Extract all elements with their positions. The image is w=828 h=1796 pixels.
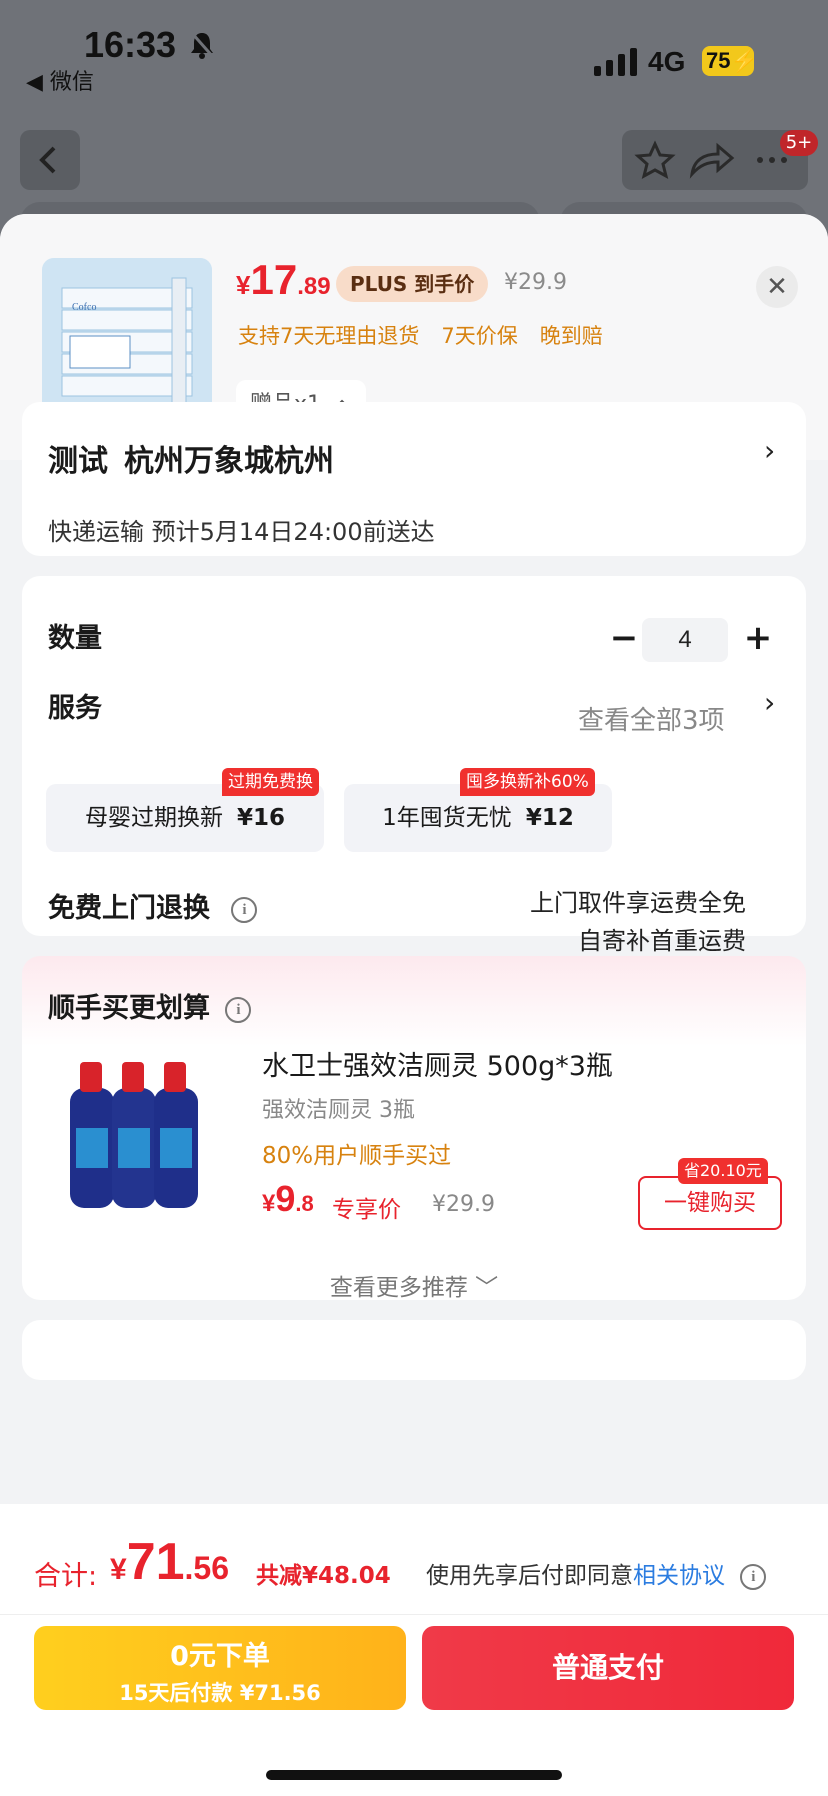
status-bar: 16:33 ◀ 微信 4G 75⚡ — [0, 0, 828, 100]
total-decimal: .56 — [184, 1550, 230, 1586]
exclusive-price-label: 专享价 — [332, 1197, 401, 1223]
pay-later-title: 0元下单 — [170, 1641, 270, 1672]
service-option-tag: 囤多换新补60% — [460, 768, 595, 796]
recommend-price: ¥9.8 — [262, 1178, 314, 1220]
recommend-card: 顺手买更划算 i 水卫士强效洁厕灵 500g*3瓶 强效洁厕灵 3瓶 80%用户… — [22, 956, 806, 1302]
battery-indicator: 75⚡ — [702, 46, 758, 76]
next-card-peek — [22, 1320, 806, 1380]
free-return-line1: 上门取件享运费全免 — [530, 889, 746, 917]
price-decimal: .8 — [295, 1191, 314, 1216]
promise-price-protect: 7天价保 — [441, 324, 518, 348]
quantity-label: 数量 — [48, 623, 102, 654]
info-icon[interactable]: i — [740, 1563, 767, 1590]
background-back-button — [20, 130, 80, 190]
address-title: 测试 杭州万象城杭州 — [48, 436, 350, 480]
price-integer: 9 — [275, 1178, 296, 1219]
delivery-estimate: 快递运输 预计5月14日24:00前送达 — [48, 518, 435, 546]
price-integer: 17 — [250, 256, 298, 303]
bell-muted-icon — [189, 31, 216, 59]
back-to-app-link[interactable]: ◀ 微信 — [26, 64, 94, 96]
total-label: 合计: — [34, 1561, 98, 1592]
divider — [0, 1614, 828, 1615]
one-click-buy-button[interactable]: 一键购买 — [638, 1176, 782, 1230]
product-thumbnail[interactable]: Cofco — [42, 258, 212, 426]
recommend-popularity: 80%用户顺手买过 — [262, 1143, 452, 1169]
recommend-original-price: ¥29.9 — [432, 1192, 495, 1217]
recommend-title: 顺手买更划算 i — [48, 986, 252, 1025]
normal-pay-button[interactable]: 普通支付 — [422, 1626, 794, 1710]
free-return-description: 上门取件享运费全免 自寄补首重运费 — [530, 884, 746, 960]
original-price: ¥29.9 — [504, 270, 567, 295]
recommend-product-name: 水卫士强效洁厕灵 500g*3瓶 — [262, 1051, 613, 1082]
status-time: 16:33 — [84, 24, 177, 65]
svg-text:Cofco: Cofco — [72, 302, 96, 313]
quantity-increase-button[interactable]: + — [736, 616, 780, 660]
tissue-box-image: Cofco — [42, 258, 212, 426]
service-label: 服务 — [48, 693, 102, 724]
quantity-input[interactable] — [642, 618, 728, 662]
service-option-name: 1年囤货无忧 — [382, 805, 512, 831]
price-decimal: .89 — [297, 273, 331, 300]
cleaner-bottles-image — [70, 1062, 198, 1208]
recommend-product-image[interactable] — [48, 1044, 234, 1230]
service-promises: 支持7天无理由退货 7天价保 晚到赔 — [238, 320, 625, 350]
recipient-name: 测试 — [48, 444, 108, 479]
more-recommendations-link[interactable]: 查看更多推荐 ﹀ — [22, 1268, 806, 1302]
signal-icon — [594, 48, 637, 76]
address-place: 杭州万象城杭州 — [124, 444, 334, 479]
plus-price-tag: PLUS 到手价 — [336, 266, 489, 302]
product-price: ¥17.89 — [236, 256, 331, 304]
total-integer: 71 — [126, 1533, 185, 1591]
agreement-link[interactable]: 相关协议 — [633, 1563, 725, 1589]
promise-return: 支持7天无理由退货 — [238, 324, 420, 348]
options-card: 数量 − + 服务 查看全部3项 › 母婴过期换新 ¥16 过期免费换 1年囤货无… — [22, 576, 806, 955]
background-notification-badge: 5+ — [780, 130, 818, 156]
pay-later-subtitle: 15天后付款 ¥71.56 — [119, 1681, 321, 1705]
agreement-prefix: 使用先享后付即同意 — [426, 1563, 633, 1589]
promise-late-compensation: 晚到赔 — [539, 324, 603, 348]
home-indicator — [266, 1770, 562, 1780]
back-arrow-icon — [39, 146, 56, 174]
battery-level: 75 — [706, 48, 731, 73]
chevron-right-icon[interactable]: › — [764, 686, 775, 719]
price-currency: ¥ — [236, 270, 251, 300]
service-option-price: ¥12 — [525, 805, 574, 831]
chevron-right-icon: › — [764, 434, 776, 467]
free-return-label: 免费上门退换 i — [48, 886, 258, 925]
total-discount: 共减¥48.04 — [256, 1563, 391, 1589]
free-return-line2: 自寄补首重运费 — [578, 927, 746, 955]
total-currency: ¥ — [110, 1553, 127, 1586]
address-card[interactable]: 测试 杭州万象城杭州 › 快递运输 预计5月14日24:00前送达 — [22, 402, 806, 556]
free-return-text: 免费上门退换 — [48, 893, 210, 924]
checkout-bar: 合计: ¥71.56 共减¥48.04 使用先享后付即同意相关协议 i 0元下单… — [0, 1504, 828, 1796]
total-amount: ¥71.56 — [110, 1532, 229, 1592]
view-all-services-link[interactable]: 查看全部3项 — [578, 700, 725, 737]
close-button[interactable]: ✕ — [756, 266, 798, 308]
pay-later-button[interactable]: 0元下单 15天后付款 ¥71.56 — [34, 1626, 406, 1710]
network-type: 4G — [648, 46, 686, 77]
service-option-price: ¥16 — [236, 805, 285, 831]
service-option-name: 母婴过期换新 — [84, 805, 223, 831]
info-icon[interactable]: i — [225, 996, 252, 1023]
price-currency: ¥ — [262, 1190, 276, 1217]
agreement-text: 使用先享后付即同意相关协议 i — [426, 1556, 767, 1590]
recommend-product-sub: 强效洁厕灵 3瓶 — [262, 1098, 415, 1123]
save-amount-tag: 省20.10元 — [678, 1158, 768, 1184]
service-option-tag: 过期免费换 — [222, 768, 319, 796]
quantity-decrease-button[interactable]: − — [602, 616, 646, 660]
info-icon[interactable]: i — [231, 896, 258, 923]
recommend-title-text: 顺手买更划算 — [48, 993, 210, 1024]
